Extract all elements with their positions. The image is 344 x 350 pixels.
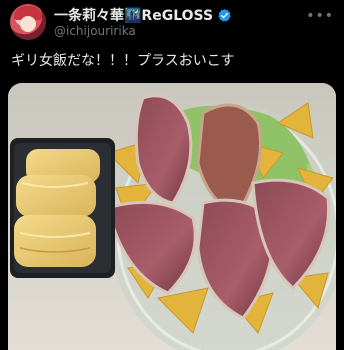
more-options-icon[interactable]: ••• xyxy=(306,8,334,24)
tweet-photo[interactable] xyxy=(8,83,336,350)
tweet-header: 一条莉々華🌃ReGLOSS @ichijouririka ••• xyxy=(0,0,344,42)
avatar-face xyxy=(20,16,36,32)
verified-badge-icon xyxy=(218,8,231,22)
name-row: 一条莉々華🌃ReGLOSS xyxy=(54,5,232,25)
handle[interactable]: @ichijouririka xyxy=(54,24,136,38)
food-photo-illustration xyxy=(8,83,336,350)
display-name[interactable]: 一条莉々華🌃ReGLOSS xyxy=(54,5,213,25)
avatar[interactable] xyxy=(10,4,46,40)
tweet-text: ギリ女飯だな！！！プラスおいこす xyxy=(11,53,235,69)
